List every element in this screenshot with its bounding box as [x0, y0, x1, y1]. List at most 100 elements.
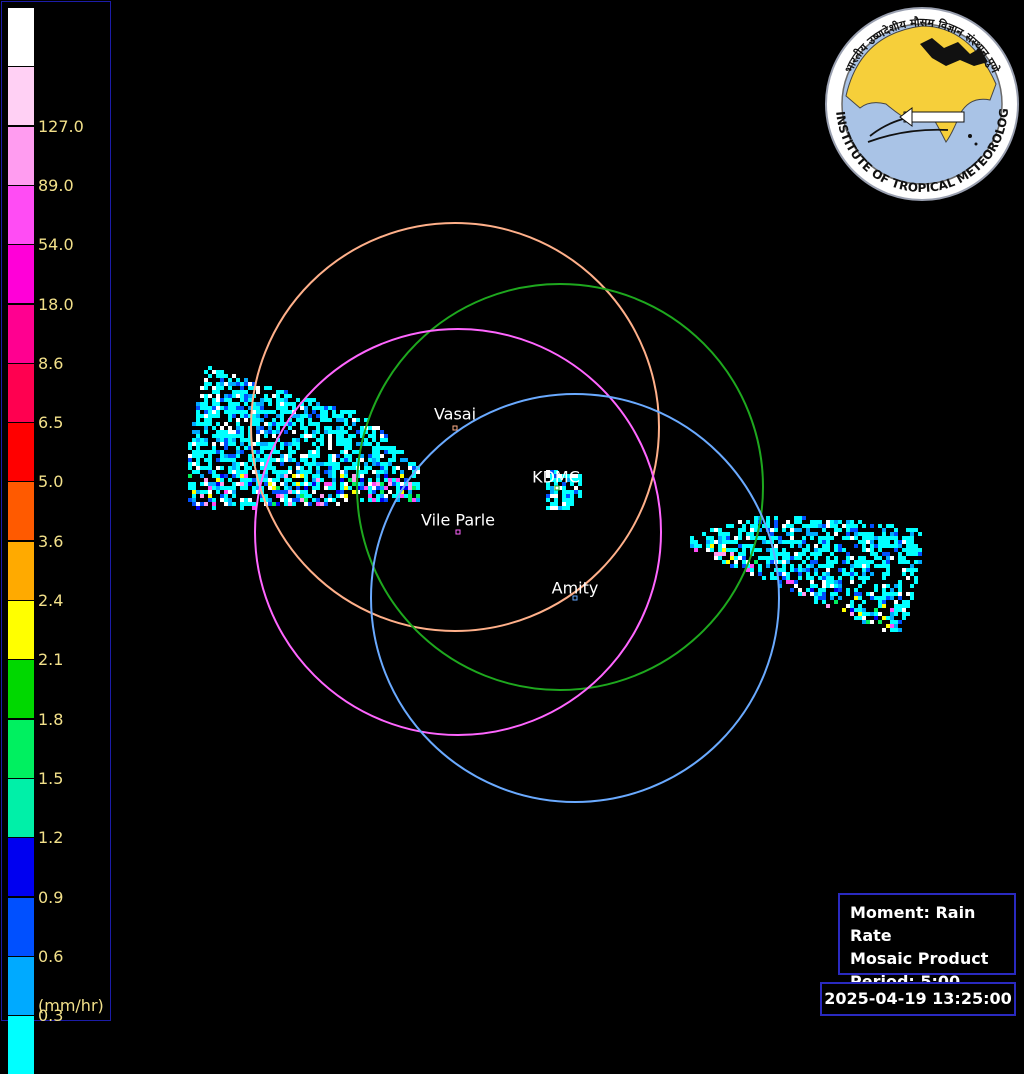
echo-cell [372, 482, 376, 486]
echo-cell [838, 520, 842, 524]
echo-cell [204, 386, 208, 390]
echo-cell [228, 406, 232, 410]
echo-cell [232, 402, 236, 406]
echo-cell [866, 540, 870, 544]
echo-cell [276, 398, 280, 402]
echo-cell [368, 494, 372, 498]
echo-cell [320, 410, 324, 414]
echo-cell [352, 434, 356, 438]
echo-cell [228, 410, 232, 414]
echo-cell [220, 378, 224, 382]
echo-cell [192, 442, 196, 446]
echo-cell [408, 482, 412, 486]
echo-cell [726, 532, 730, 536]
echo-cell [372, 498, 376, 502]
echo-cell [188, 486, 192, 490]
echo-cell [722, 552, 726, 556]
echo-cell [368, 434, 372, 438]
echo-cell [312, 454, 316, 458]
echo-cell [798, 568, 802, 572]
echo-cell [256, 406, 260, 410]
echo-cell [396, 450, 400, 454]
echo-cell [874, 616, 878, 620]
echo-cell [710, 528, 714, 532]
echo-cell [372, 470, 376, 474]
echo-cell [786, 576, 790, 580]
echo-cell [360, 482, 364, 486]
echo-cell [288, 498, 292, 502]
echo-cell [236, 382, 240, 386]
echo-cell [340, 478, 344, 482]
echo-cell [216, 490, 220, 494]
echo-cell [292, 402, 296, 406]
echo-cell [296, 414, 300, 418]
echo-cell [328, 470, 332, 474]
echo-cell [328, 446, 332, 450]
echo-cell [874, 596, 878, 600]
echo-cell [818, 536, 822, 540]
echo-cell [332, 470, 336, 474]
echo-cell [850, 524, 854, 528]
echo-cell [196, 450, 200, 454]
echo-cell [240, 474, 244, 478]
echo-cell [324, 502, 328, 506]
echo-cell [256, 434, 260, 438]
echo-cell [830, 564, 834, 568]
echo-cell [284, 502, 288, 506]
radar-marker [455, 529, 461, 535]
echo-cell [268, 498, 272, 502]
echo-cell [882, 540, 886, 544]
echo-cell [260, 402, 264, 406]
echo-cell [192, 482, 196, 486]
echo-cell [372, 426, 376, 430]
echo-cell [818, 524, 822, 528]
echo-cell [288, 490, 292, 494]
echo-cell [268, 422, 272, 426]
echo-cell [850, 564, 854, 568]
echo-cell [332, 462, 336, 466]
echo-cell [898, 560, 902, 564]
echo-cell [726, 540, 730, 544]
echo-cell [280, 410, 284, 414]
echo-cell [240, 462, 244, 466]
echo-cell [798, 544, 802, 548]
echo-cell [192, 450, 196, 454]
echo-cell [826, 584, 830, 588]
echo-cell [320, 462, 324, 466]
echo-cell [814, 568, 818, 572]
echo-cell [368, 478, 372, 482]
echo-cell [790, 540, 794, 544]
echo-cell [834, 584, 838, 588]
echo-cell [236, 390, 240, 394]
echo-cell [838, 544, 842, 548]
echo-cell [846, 552, 850, 556]
echo-cell [730, 548, 734, 552]
echo-cell [352, 474, 356, 478]
echo-cell [208, 422, 212, 426]
echo-cell [288, 478, 292, 482]
echo-cell [842, 524, 846, 528]
echo-cell [248, 482, 252, 486]
echo-cell [850, 608, 854, 612]
echo-cell [276, 478, 280, 482]
echo-cell [878, 524, 882, 528]
echo-cell [340, 442, 344, 446]
echo-cell [344, 438, 348, 442]
echo-cell [320, 502, 324, 506]
echo-cell [300, 434, 304, 438]
echo-cell [806, 532, 810, 536]
echo-cell [372, 434, 376, 438]
echo-cell [376, 486, 380, 490]
echo-cell [312, 450, 316, 454]
echo-cell [340, 418, 344, 422]
echo-cell [834, 560, 838, 564]
echo-cell [806, 572, 810, 576]
echo-cell [790, 528, 794, 532]
echo-cell [224, 422, 228, 426]
echo-cell [216, 402, 220, 406]
echo-cell [284, 454, 288, 458]
echo-cell [898, 588, 902, 592]
echo-cell [902, 536, 906, 540]
echo-cell [208, 418, 212, 422]
echo-cell [232, 474, 236, 478]
